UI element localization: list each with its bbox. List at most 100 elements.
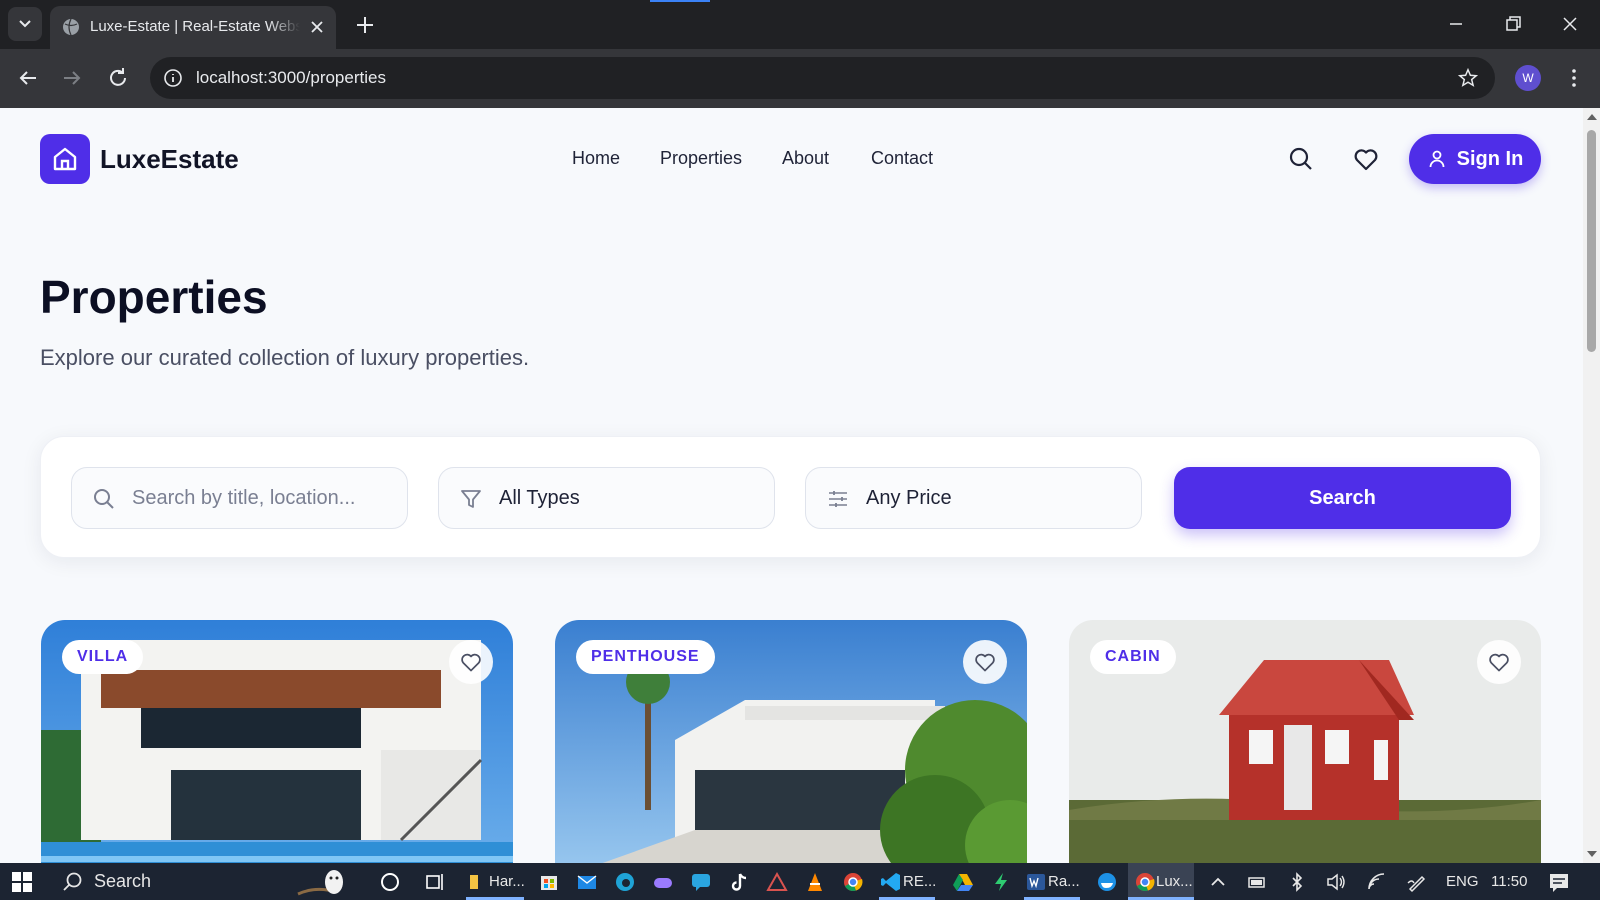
tab-search-button[interactable] <box>8 7 42 41</box>
notification-icon[interactable] <box>1548 871 1570 893</box>
info-icon[interactable] <box>162 67 184 89</box>
taskbar-app-label[interactable]: RE... <box>903 873 936 890</box>
property-card[interactable]: VILLA <box>41 620 513 863</box>
clock[interactable]: 11:50 <box>1491 873 1527 890</box>
lightning-icon[interactable] <box>990 871 1012 893</box>
sliders-icon <box>829 491 847 507</box>
back-arrow-icon[interactable] <box>16 66 40 90</box>
docker-icon[interactable] <box>1096 871 1118 893</box>
user-icon <box>1429 150 1445 168</box>
scroll-up-arrow-icon[interactable] <box>1587 114 1597 120</box>
favorite-button[interactable] <box>963 640 1007 684</box>
owl-icon <box>297 870 343 896</box>
bookmark-star-icon[interactable] <box>1457 67 1479 89</box>
vlc-icon[interactable] <box>804 871 826 893</box>
price-select[interactable]: Any Price <box>805 467 1142 529</box>
url-text: localhost:3000/properties <box>196 68 386 87</box>
search-icon[interactable] <box>1287 145 1315 173</box>
google-drive-icon[interactable] <box>952 871 974 893</box>
search-icon <box>63 872 82 891</box>
filter-panel: All Types Any Price Search <box>40 436 1541 558</box>
type-select-value: All Types <box>499 487 580 509</box>
taskbar-app-label[interactable]: Ra... <box>1048 873 1080 890</box>
filter-funnel-icon <box>461 490 481 508</box>
type-select[interactable]: All Types <box>438 467 775 529</box>
windows-taskbar: Search Har... RE... Ra... Lux... ENG 11:… <box>0 863 1600 900</box>
minimize-icon[interactable] <box>1444 12 1468 36</box>
language-indicator[interactable]: ENG <box>1446 873 1479 890</box>
game-controller-icon[interactable] <box>652 871 674 893</box>
address-bar[interactable]: localhost:3000/properties <box>150 57 1495 99</box>
reload-icon[interactable] <box>106 66 130 90</box>
heart-icon[interactable] <box>1352 145 1380 173</box>
task-view-icon[interactable] <box>424 871 446 893</box>
browser-tab-active[interactable]: Luxe-Estate | Real-Estate Website <box>50 6 336 49</box>
mail-icon[interactable] <box>576 871 598 893</box>
nav-about[interactable]: About <box>782 148 829 169</box>
nav-home[interactable]: Home <box>572 148 620 169</box>
search-field[interactable] <box>71 467 408 529</box>
home-icon <box>53 147 77 171</box>
browser-toolbar: localhost:3000/properties W <box>0 49 1600 108</box>
price-select-value: Any Price <box>866 487 952 509</box>
kebab-menu-icon[interactable] <box>1562 66 1586 90</box>
battery-icon[interactable] <box>1246 871 1268 893</box>
nav-contact[interactable]: Contact <box>871 148 933 169</box>
store-icon[interactable] <box>538 871 560 893</box>
browser-tab-bar: Luxe-Estate | Real-Estate Website <box>0 0 1600 49</box>
edge-icon[interactable] <box>614 871 636 893</box>
vscode-icon[interactable] <box>880 871 902 893</box>
heart-icon <box>1489 653 1509 672</box>
heart-icon <box>975 653 995 672</box>
triangle-app-icon[interactable] <box>766 871 788 893</box>
property-type-badge: VILLA <box>62 640 144 674</box>
wifi-icon[interactable] <box>1366 871 1388 893</box>
search-icon <box>94 489 114 509</box>
windows-start-icon[interactable] <box>12 872 32 892</box>
favorite-button[interactable] <box>449 640 493 684</box>
word-icon[interactable] <box>1025 871 1047 893</box>
page-viewport: LuxeEstate Home Properties About Contact… <box>0 108 1600 863</box>
chrome-icon[interactable] <box>842 871 864 893</box>
page-title: Properties <box>40 271 268 323</box>
close-icon[interactable] <box>308 18 326 36</box>
pen-icon[interactable] <box>1406 871 1428 893</box>
volume-icon[interactable] <box>1325 871 1347 893</box>
forward-arrow-icon[interactable] <box>60 66 84 90</box>
close-window-icon[interactable] <box>1558 12 1582 36</box>
taskbar-app-label[interactable]: Lux... <box>1156 873 1193 890</box>
chrome-icon[interactable] <box>1134 871 1156 893</box>
globe-icon <box>63 18 79 36</box>
scroll-thumb[interactable] <box>1587 130 1596 352</box>
search-button[interactable]: Search <box>1174 467 1511 529</box>
taskbar-search[interactable]: Search <box>56 866 356 897</box>
page-subtitle: Explore our curated collection of luxury… <box>40 345 530 370</box>
property-card[interactable]: CABIN <box>1069 620 1541 863</box>
page-scrollbar[interactable] <box>1583 108 1600 863</box>
scroll-down-arrow-icon[interactable] <box>1587 851 1597 857</box>
bluetooth-icon[interactable] <box>1286 871 1308 893</box>
chevron-down-icon <box>19 20 31 28</box>
heart-icon <box>461 653 481 672</box>
chat-icon[interactable] <box>690 871 712 893</box>
cortana-icon[interactable] <box>379 871 401 893</box>
tiktok-icon[interactable] <box>728 871 750 893</box>
profile-avatar[interactable]: W <box>1515 65 1541 91</box>
favorite-button[interactable] <box>1477 640 1521 684</box>
chevron-up-icon[interactable] <box>1207 871 1229 893</box>
restore-icon[interactable] <box>1501 12 1525 36</box>
taskbar-app-label[interactable]: Har... <box>489 873 525 890</box>
nav-properties[interactable]: Properties <box>660 148 742 169</box>
property-type-badge: CABIN <box>1090 640 1176 674</box>
tab-title: Luxe-Estate | Real-Estate Website <box>90 18 300 35</box>
plus-icon[interactable] <box>354 14 376 36</box>
property-card[interactable]: PENTHOUSE <box>555 620 1027 863</box>
sign-in-label: Sign In <box>1456 147 1524 170</box>
file-explorer-icon[interactable] <box>467 871 489 893</box>
search-input[interactable] <box>132 487 392 510</box>
property-type-badge: PENTHOUSE <box>576 640 715 674</box>
brand-logo[interactable] <box>40 134 90 184</box>
sign-in-button[interactable]: Sign In <box>1409 134 1541 184</box>
loading-indicator <box>650 0 710 2</box>
brand-name[interactable]: LuxeEstate <box>100 144 239 175</box>
